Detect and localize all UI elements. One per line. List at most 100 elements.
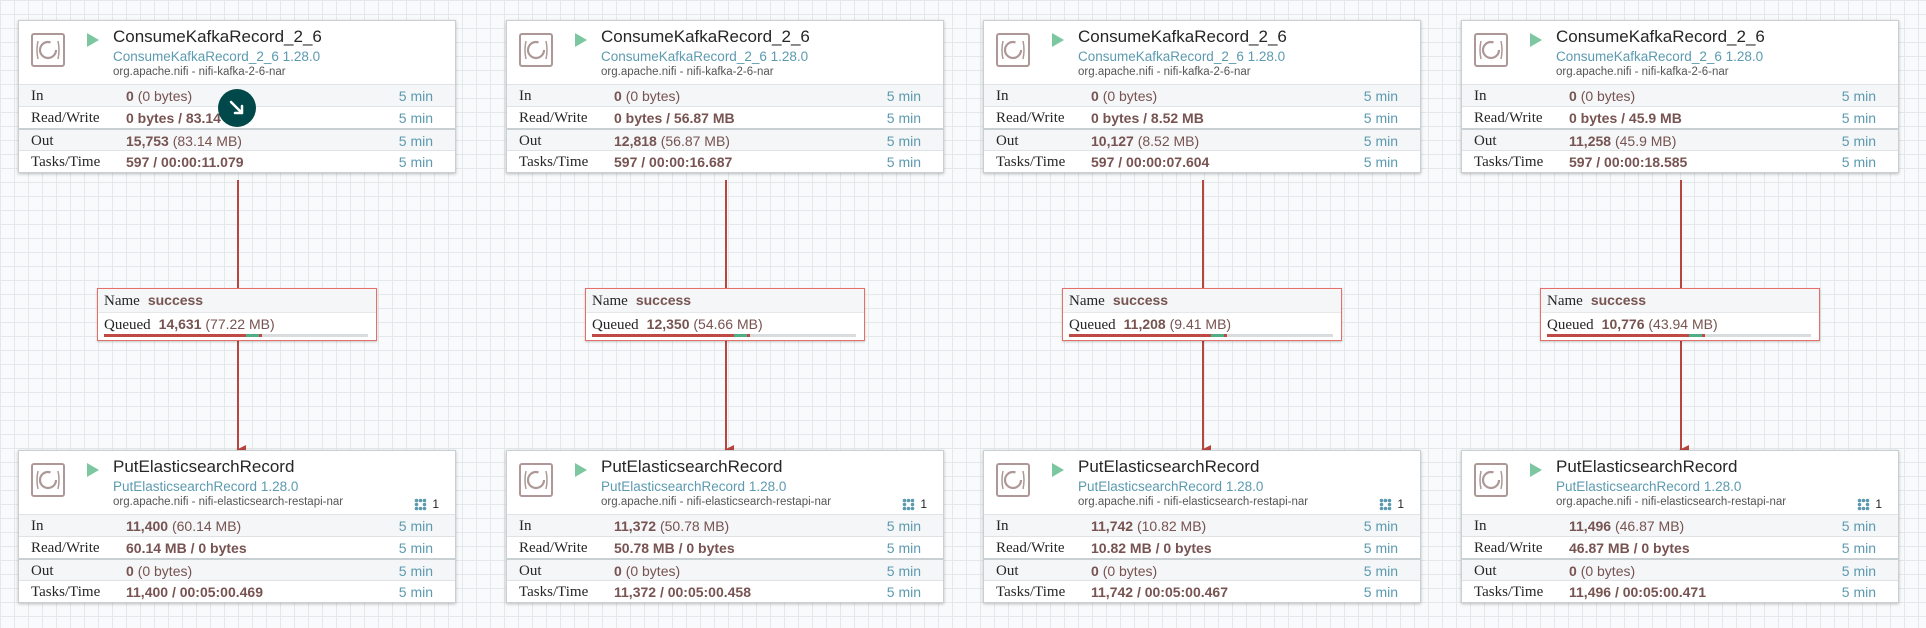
queued-count: 10,776 bbox=[1601, 316, 1645, 332]
stat-row-in: In 0 (0 bytes) 5 min bbox=[1462, 84, 1898, 106]
stat-row-out: Out 11,258 (45.9 MB) 5 min bbox=[1462, 128, 1898, 150]
stat-label: Out bbox=[1474, 133, 1497, 149]
processor-bundle: org.apache.nifi - nifi-kafka-2-6-nar bbox=[1078, 66, 1251, 78]
processor-bundle: org.apache.nifi - nifi-elasticsearch-res… bbox=[1556, 496, 1787, 508]
connection-label-c4[interactable]: Name success Queued 10,776 (43.94 MB) bbox=[1540, 288, 1820, 341]
flow-canvas[interactable]: ConsumeKafkaRecord_2_6 ConsumeKafkaRecor… bbox=[0, 0, 1926, 628]
processor-p5[interactable]: PutElasticsearchRecord PutElasticsearchR… bbox=[18, 450, 456, 603]
stat-label: Out bbox=[31, 563, 54, 579]
queued-count: 14,631 bbox=[158, 316, 202, 332]
processor-type: ConsumeKafkaRecord_2_6 1.28.0 bbox=[601, 49, 809, 64]
stat-window: 5 min bbox=[1841, 563, 1876, 579]
queued-count: 12,350 bbox=[646, 316, 690, 332]
connection-queued-key: Queued bbox=[1547, 317, 1594, 333]
processor-type: ConsumeKafkaRecord_2_6 1.28.0 bbox=[1556, 49, 1764, 64]
connection-label-c2[interactable]: Name success Queued 12,350 (54.66 MB) bbox=[585, 288, 865, 341]
queue-count-fill bbox=[592, 334, 751, 337]
active-threads-icon bbox=[1858, 498, 1870, 510]
processor-name: ConsumeKafkaRecord_2_6 bbox=[1078, 27, 1287, 46]
stat-value: 0 (0 bytes) bbox=[126, 563, 193, 579]
processor-name: PutElasticsearchRecord bbox=[1078, 457, 1260, 476]
processor-name: PutElasticsearchRecord bbox=[1556, 457, 1738, 476]
queue-count-fill bbox=[104, 334, 263, 337]
move-cursor-icon bbox=[218, 89, 256, 127]
running-icon bbox=[1530, 33, 1542, 47]
processor-p2[interactable]: ConsumeKafkaRecord_2_6 ConsumeKafkaRecor… bbox=[506, 20, 944, 173]
queue-size-fill bbox=[1211, 334, 1225, 337]
processor-icon bbox=[31, 463, 65, 497]
stat-value: 0 (0 bytes) bbox=[1569, 563, 1636, 579]
stat-row-read-write: Read/Write 0 bytes / 8.52 MB 5 min bbox=[984, 106, 1420, 128]
stat-label: Read/Write bbox=[519, 110, 588, 126]
stat-value: 11,372 / 00:05:00.458 bbox=[614, 584, 752, 600]
active-threads: 1 bbox=[414, 497, 439, 511]
processor-p7[interactable]: PutElasticsearchRecord PutElasticsearchR… bbox=[983, 450, 1421, 603]
stat-window: 5 min bbox=[398, 154, 433, 170]
queue-count-fill bbox=[1547, 334, 1706, 337]
stat-window: 5 min bbox=[1363, 540, 1398, 556]
stat-row-tasks-time: Tasks/Time 597 / 00:00:11.079 5 min bbox=[19, 150, 455, 172]
stat-value: 10.82 MB / 0 bytes bbox=[1091, 540, 1212, 556]
processor-header: ConsumeKafkaRecord_2_6 ConsumeKafkaRecor… bbox=[984, 21, 1420, 84]
stat-value: 0 (0 bytes) bbox=[614, 88, 681, 104]
stat-label: In bbox=[519, 518, 532, 534]
processor-icon bbox=[519, 463, 553, 497]
stat-row-out: Out 0 (0 bytes) 5 min bbox=[1462, 558, 1898, 580]
connection-name-key: Name bbox=[1069, 293, 1105, 309]
stat-label: Tasks/Time bbox=[31, 584, 101, 600]
running-icon bbox=[87, 33, 99, 47]
stat-label: In bbox=[31, 88, 44, 104]
stat-label: Tasks/Time bbox=[996, 154, 1066, 170]
stat-row-in: In 0 (0 bytes) 5 min bbox=[507, 84, 943, 106]
queue-progress-bar bbox=[104, 334, 368, 337]
processor-header: PutElasticsearchRecord PutElasticsearchR… bbox=[507, 451, 943, 514]
active-threads-count: 1 bbox=[920, 497, 927, 511]
connection-label-c3[interactable]: Name success Queued 11,208 (9.41 MB) bbox=[1062, 288, 1342, 341]
stat-row-tasks-time: Tasks/Time 597 / 00:00:07.604 5 min bbox=[984, 150, 1420, 172]
stat-window: 5 min bbox=[1841, 110, 1876, 126]
processor-name: ConsumeKafkaRecord_2_6 bbox=[1556, 27, 1765, 46]
stat-label: Tasks/Time bbox=[519, 154, 589, 170]
stat-row-tasks-time: Tasks/Time 11,372 / 00:05:00.458 5 min bbox=[507, 580, 943, 602]
active-threads-icon bbox=[415, 498, 427, 510]
stat-value: 597 / 00:00:18.585 bbox=[1569, 154, 1688, 170]
active-threads: 1 bbox=[1379, 497, 1404, 511]
processor-p3[interactable]: ConsumeKafkaRecord_2_6 ConsumeKafkaRecor… bbox=[983, 20, 1421, 173]
stat-value: 0 bytes / 45.9 MB bbox=[1569, 110, 1682, 126]
processor-icon bbox=[1474, 33, 1508, 67]
stat-label: Tasks/Time bbox=[1474, 154, 1544, 170]
processor-bundle: org.apache.nifi - nifi-elasticsearch-res… bbox=[1078, 496, 1309, 508]
processor-p8[interactable]: PutElasticsearchRecord PutElasticsearchR… bbox=[1461, 450, 1899, 603]
stat-label: Out bbox=[996, 133, 1019, 149]
stat-value: 11,258 (45.9 MB) bbox=[1569, 133, 1677, 149]
stat-row-tasks-time: Tasks/Time 11,496 / 00:05:00.471 5 min bbox=[1462, 580, 1898, 602]
stat-row-tasks-time: Tasks/Time 597 / 00:00:16.687 5 min bbox=[507, 150, 943, 172]
connection-label-c1[interactable]: Name success Queued 14,631 (77.22 MB) bbox=[97, 288, 377, 341]
stat-value: 12,818 (56.87 MB) bbox=[614, 133, 730, 149]
stat-label: Tasks/Time bbox=[31, 154, 101, 170]
active-threads: 1 bbox=[1857, 497, 1882, 511]
stat-window: 5 min bbox=[886, 154, 921, 170]
stat-value: 0 (0 bytes) bbox=[1569, 88, 1636, 104]
running-icon bbox=[575, 33, 587, 47]
connection-queued-key: Queued bbox=[1069, 317, 1116, 333]
queued-size: (43.94 MB) bbox=[1648, 316, 1718, 332]
stat-window: 5 min bbox=[1363, 518, 1398, 534]
stat-row-out: Out 0 (0 bytes) 5 min bbox=[984, 558, 1420, 580]
stat-window: 5 min bbox=[398, 110, 433, 126]
processor-p6[interactable]: PutElasticsearchRecord PutElasticsearchR… bbox=[506, 450, 944, 603]
processor-type: ConsumeKafkaRecord_2_6 1.28.0 bbox=[1078, 49, 1286, 64]
processor-p4[interactable]: ConsumeKafkaRecord_2_6 ConsumeKafkaRecor… bbox=[1461, 20, 1899, 173]
stat-row-read-write: Read/Write 50.78 MB / 0 bytes 5 min bbox=[507, 536, 943, 558]
stat-value: 11,372 (50.78 MB) bbox=[614, 518, 730, 534]
processor-type: PutElasticsearchRecord 1.28.0 bbox=[113, 479, 299, 494]
stat-row-out: Out 0 (0 bytes) 5 min bbox=[507, 558, 943, 580]
active-threads-count: 1 bbox=[1875, 497, 1882, 511]
stat-row-read-write: Read/Write 0 bytes / 45.9 MB 5 min bbox=[1462, 106, 1898, 128]
connection-queued-row: Queued 14,631 (77.22 MB) bbox=[98, 313, 376, 336]
stat-row-read-write: Read/Write 0 bytes / 56.87 MB 5 min bbox=[507, 106, 943, 128]
connection-queued-row: Queued 12,350 (54.66 MB) bbox=[586, 313, 864, 336]
connection-name: success bbox=[1112, 292, 1169, 308]
stat-value: 11,742 (10.82 MB) bbox=[1091, 518, 1207, 534]
stat-label: Read/Write bbox=[996, 540, 1065, 556]
